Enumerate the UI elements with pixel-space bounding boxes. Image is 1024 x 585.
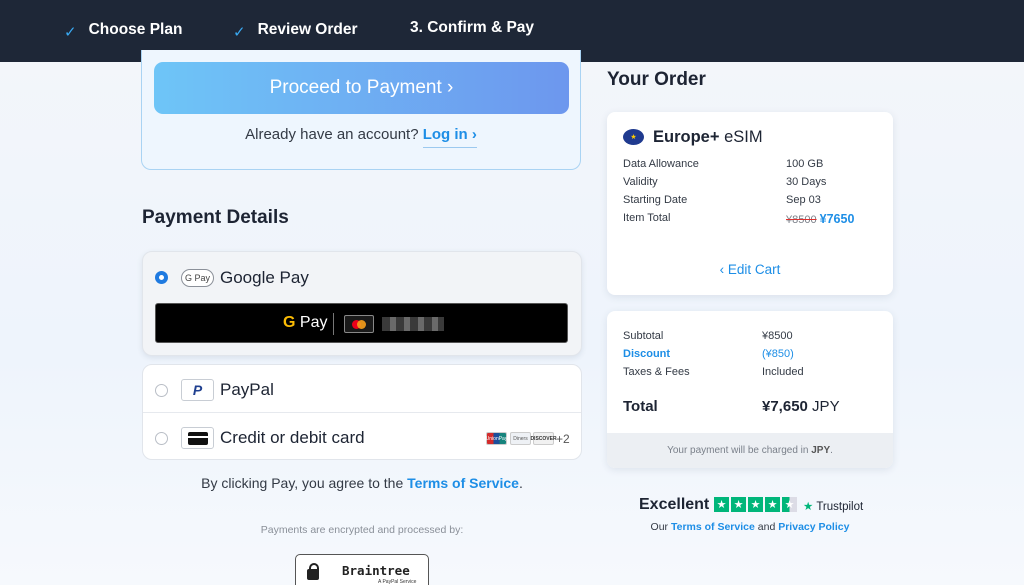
taxes-value: Included — [762, 366, 804, 378]
agree-text: By clicking Pay, you agree to the — [201, 475, 404, 491]
terms-of-service-link[interactable]: Terms of Service — [407, 475, 519, 491]
processor-name: Braintree — [342, 563, 410, 578]
discover-icon: DISCOVER — [530, 432, 557, 445]
divider — [333, 313, 334, 335]
item-total-value: ¥8500 ¥7650 — [786, 212, 854, 226]
paypal-label[interactable]: PayPal — [220, 380, 274, 400]
policy-links: Our Terms of Service and Privacy Policy — [607, 521, 893, 533]
charged-currency-note: Your payment will be charged in JPY. — [607, 445, 893, 456]
google-pay-radio[interactable] — [155, 271, 168, 284]
login-link[interactable]: Log in › — [422, 126, 477, 148]
unionpay-icon: UnionPay — [486, 432, 507, 445]
item-total-key: Item Total — [623, 212, 671, 224]
subtotal-value: ¥8500 — [762, 330, 793, 342]
discounted-price: ¥7650 — [819, 212, 855, 226]
star-icon: ★ — [765, 497, 780, 512]
charged-end: . — [830, 445, 833, 456]
original-price: ¥8500 — [786, 214, 817, 226]
star-icon: ★ — [748, 497, 763, 512]
terms-of-service-link[interactable]: Terms of Service — [671, 521, 755, 533]
processor-sub: A PayPal Service — [378, 579, 417, 585]
step-review-order[interactable]: ✓ Review Order — [233, 19, 358, 41]
detail-key: Starting Date — [623, 194, 688, 206]
your-order-title: Your Order — [607, 69, 706, 90]
charged-currency: JPY — [811, 445, 831, 456]
agree-end: . — [518, 475, 523, 491]
total-currency: JPY — [807, 398, 840, 415]
step-label: Review Order — [257, 21, 358, 38]
half-star-icon: ★ — [782, 497, 797, 512]
trustpilot-star-icon: ★ — [803, 501, 814, 513]
product-name-bold: Europe+ — [653, 128, 720, 146]
paypal-icon: P — [181, 379, 214, 401]
card-label[interactable]: Credit or debit card — [220, 428, 365, 448]
more-brands-count: +2 — [556, 432, 570, 446]
paypal-radio[interactable] — [155, 384, 168, 397]
step-label: 3. Confirm & Pay — [410, 19, 535, 36]
product-name: Europe+ eSIM — [653, 128, 763, 147]
divider — [143, 412, 581, 413]
step-confirm-pay: 3. Confirm & Pay — [410, 19, 534, 37]
detail-value: 30 Days — [786, 176, 827, 188]
privacy-policy-link[interactable]: Privacy Policy — [778, 521, 849, 533]
checkmark-icon: ✓ — [233, 24, 246, 41]
google-pay-button-text: G Pay — [283, 314, 327, 332]
credit-card-icon — [181, 427, 214, 449]
eu-flag-icon: ★ — [623, 129, 644, 145]
proceed-to-payment-button[interactable]: Proceed to Payment › — [154, 62, 569, 114]
taxes-key: Taxes & Fees — [623, 366, 690, 378]
google-pay-button[interactable]: G Pay — [155, 303, 568, 343]
our-text: Our — [650, 521, 669, 533]
google-pay-logo-icon: G Pay — [181, 269, 214, 287]
charged-text: Your payment will be charged in — [667, 445, 809, 456]
lock-icon — [307, 563, 319, 580]
discount-value: (¥850) — [762, 348, 794, 360]
star-icon: ★ — [714, 497, 729, 512]
step-choose-plan[interactable]: ✓ Choose Plan — [64, 19, 182, 41]
checkmark-icon: ✓ — [64, 24, 77, 41]
terms-agreement: By clicking Pay, you agree to the Terms … — [142, 475, 582, 491]
total-key: Total — [623, 398, 658, 415]
total-amount: ¥7,650 — [762, 398, 808, 415]
mastercard-icon — [344, 315, 374, 333]
step-label: Choose Plan — [88, 21, 183, 38]
total-value: ¥7,650 JPY — [762, 398, 840, 415]
google-pay-button-label: Pay — [299, 314, 328, 331]
trustpilot-logo[interactable]: ★ Trustpilot — [803, 499, 863, 513]
detail-value: 100 GB — [786, 158, 824, 170]
diners-icon: Diners — [510, 432, 531, 445]
google-g-icon: G — [283, 314, 296, 331]
google-pay-label: Google Pay — [220, 268, 309, 287]
detail-value: Sep 03 — [786, 194, 821, 206]
detail-key: Validity — [623, 176, 658, 188]
payment-details-title: Payment Details — [142, 207, 289, 228]
trustpilot-stars: ★ ★ ★ ★ ★ — [714, 497, 797, 512]
detail-key: Data Allowance — [623, 158, 699, 170]
card-radio[interactable] — [155, 432, 168, 445]
trustpilot-brand: Trustpilot — [816, 501, 864, 513]
masked-card-number — [382, 317, 444, 331]
and-text: and — [757, 521, 776, 533]
login-prompt-text: Already have an account? — [245, 126, 419, 143]
braintree-badge: Braintree A PayPal Service — [295, 554, 429, 585]
subtotal-key: Subtotal — [623, 330, 664, 342]
encryption-note: Payments are encrypted and processed by: — [260, 524, 464, 536]
product-name-rest: eSIM — [719, 128, 763, 146]
trustpilot-rating-word: Excellent — [639, 496, 710, 513]
star-icon: ★ — [731, 497, 746, 512]
login-prompt: Already have an account? Log in › — [141, 126, 581, 148]
edit-cart-link[interactable]: ‹ Edit Cart — [607, 262, 893, 277]
discount-key: Discount — [623, 348, 671, 360]
